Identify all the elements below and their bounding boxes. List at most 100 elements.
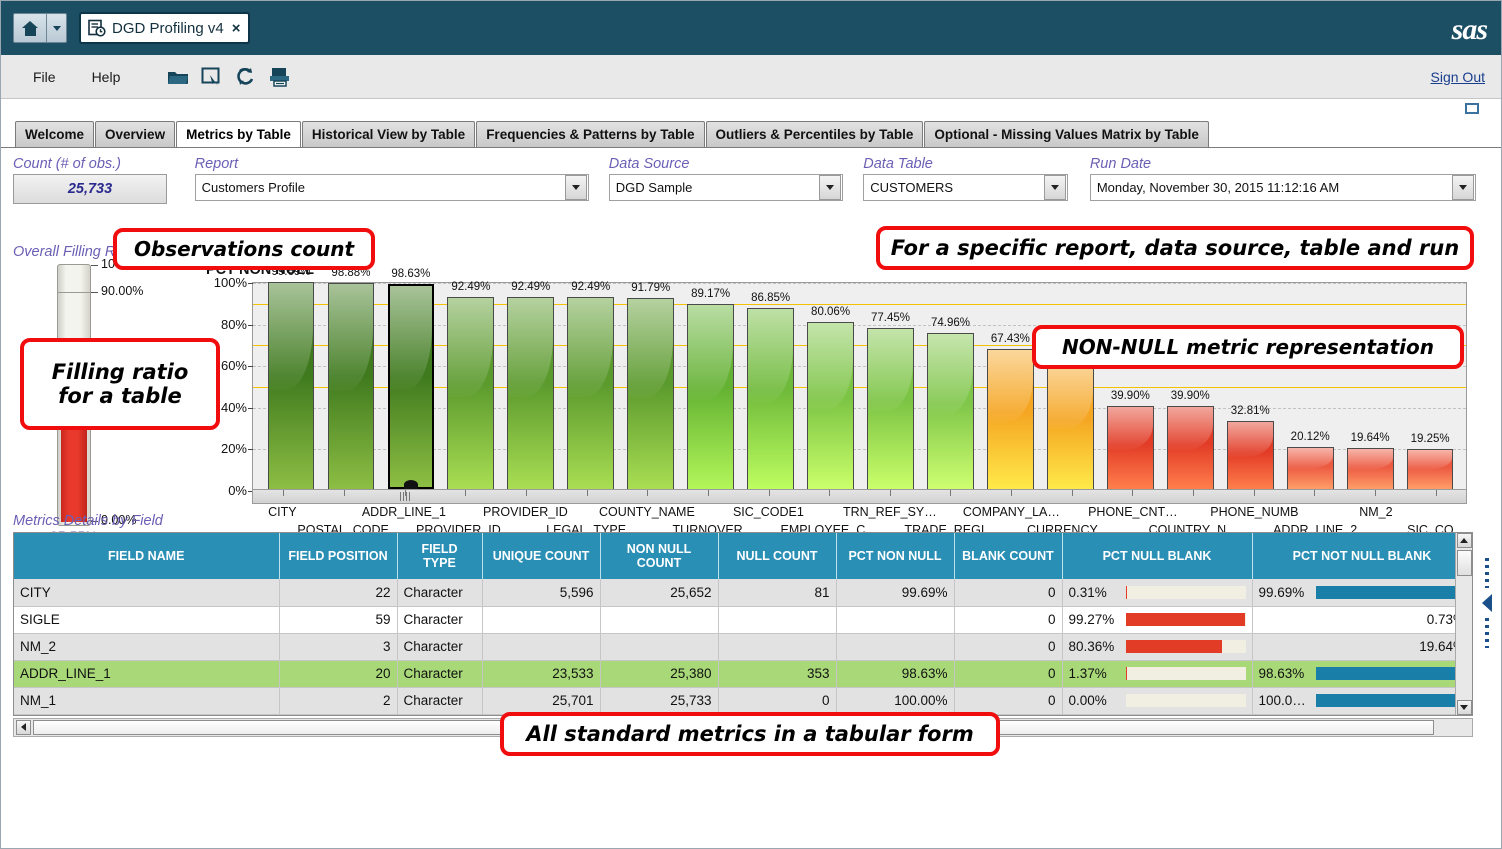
data-source-select[interactable]: DGD Sample [609,174,843,201]
scroll-up-button[interactable] [1457,533,1472,548]
select-region-icon[interactable] [200,65,224,89]
tab-overview[interactable]: Overview [95,121,175,147]
chart-bar-column[interactable]: 86.85% [741,283,801,489]
chart-bar-column[interactable]: 77.45% [861,283,921,489]
chart-bar-column[interactable]: 20.12% [1280,283,1340,489]
chart-bar[interactable] [328,283,375,489]
chart-bar[interactable] [627,298,674,489]
table-column-header[interactable]: FIELD NAME [14,533,279,579]
table-row[interactable]: ADDR_LINE_120Character23,53325,38035398.… [14,660,1472,687]
gauge-tick [91,292,98,293]
collapse-left-icon[interactable] [1482,594,1492,612]
chart-bar-column[interactable]: 19.25% [1400,283,1460,489]
chart-bar[interactable] [507,297,554,489]
home-button[interactable] [13,13,47,43]
chart-bar[interactable] [1347,448,1394,489]
table-row[interactable]: NM_23Character080.36%19.64% [14,633,1472,660]
run-date-select[interactable]: Monday, November 30, 2015 11:12:16 AM [1090,174,1476,201]
axis-scroll-thumb[interactable] [400,492,411,501]
table-row[interactable]: CITY22Character5,59625,6528199.69%00.31%… [14,579,1472,606]
chart-bar[interactable] [1407,449,1454,489]
chart-bar[interactable] [1107,406,1154,489]
report-select[interactable]: Customers Profile [195,174,589,201]
restore-window-icon[interactable] [1465,103,1479,114]
menu-item-file[interactable]: File [15,65,74,89]
table-column-header[interactable]: FIELD TYPE [397,533,482,579]
table-column-header[interactable]: NULL COUNT [718,533,836,579]
chart-bar-column[interactable]: 32.81% [1220,283,1280,489]
chart-bar[interactable] [1047,362,1094,489]
tab-optional-missing-values-matrix-by-table[interactable]: Optional - Missing Values Matrix by Tabl… [924,121,1209,147]
table-column-header[interactable]: PCT NULL BLANK [1062,533,1252,579]
table-cell: 2 [279,687,397,714]
chart-bar-column[interactable]: 99.69% [261,283,321,489]
document-tab[interactable]: DGD Profiling v4 × [79,12,250,44]
table-column-header[interactable]: PCT NON NULL [836,533,954,579]
chevron-down-icon[interactable] [1452,175,1474,200]
chart-bar[interactable] [987,349,1034,489]
tab-welcome[interactable]: Welcome [15,121,94,147]
chart-value-label: 77.45% [861,312,921,324]
table-column-header[interactable]: UNIQUE COUNT [482,533,600,579]
refresh-icon[interactable] [234,65,258,89]
chart-bar[interactable] [927,333,974,489]
home-dropdown-button[interactable] [47,13,67,43]
chevron-down-icon[interactable] [1044,175,1066,200]
chart-bar-column[interactable]: 67.43% [980,283,1040,489]
menu-item-help[interactable]: Help [74,65,139,89]
chart-bar-column[interactable]: 39.90% [1160,283,1220,489]
table-row[interactable]: NM_12Character25,70125,7330100.00%00.00%… [14,687,1472,714]
close-icon[interactable]: × [232,21,241,36]
tab-frequencies-patterns-by-table[interactable]: Frequencies & Patterns by Table [476,121,704,147]
scroll-down-button[interactable] [1457,700,1472,715]
tab-outliers-percentiles-by-table[interactable]: Outliers & Percentiles by Table [706,121,924,147]
scroll-left-button[interactable] [16,720,31,735]
data-table-select-value: CUSTOMERS [870,180,1044,195]
chart-bar-column[interactable]: 19.64% [1340,283,1400,489]
table-cell: Character [397,579,482,606]
scrollbar-thumb[interactable] [1457,550,1472,576]
chart-bar-column[interactable]: 89.17% [681,283,741,489]
tab-historical-view-by-table[interactable]: Historical View by Table [302,121,475,147]
gauge-fill [61,429,87,522]
chart-bar-column[interactable]: 98.63% [381,283,441,489]
chart-x-axis[interactable] [252,490,1467,504]
export-pdf-icon[interactable] [268,65,292,89]
chart-bar[interactable] [388,284,435,489]
chart-bar[interactable] [567,297,614,489]
chart-bar[interactable] [867,328,914,489]
chart-bar[interactable] [747,308,794,489]
table-column-header[interactable]: PCT NOT NULL BLANK [1252,533,1472,579]
chart-bar[interactable] [1287,447,1334,489]
chevron-down-icon[interactable] [819,175,841,200]
sign-out-link[interactable]: Sign Out [1431,69,1485,85]
table-column-header[interactable]: FIELD POSITION [279,533,397,579]
chart-bar-column[interactable]: 98.88% [321,283,381,489]
chart-bar-column[interactable]: 92.49% [441,283,501,489]
table-column-header[interactable]: BLANK COUNT [954,533,1062,579]
chart-bar[interactable] [1167,406,1214,489]
chart-bar[interactable] [687,304,734,489]
table-column-header[interactable]: NON NULL COUNT [600,533,718,579]
chart-bar[interactable] [807,322,854,489]
table-cell: 25,380 [600,660,718,687]
report-clock-icon [88,19,106,37]
open-folder-icon[interactable] [166,65,190,89]
chart-bar-column[interactable]: 60.91% [1040,283,1100,489]
chart-bar[interactable] [268,282,315,489]
chart-bar[interactable] [447,297,494,489]
chart-bar[interactable] [1227,421,1274,489]
bar-highlight [508,298,553,398]
panel-collapse-rail[interactable] [1477,543,1497,663]
chevron-down-icon[interactable] [565,175,587,200]
table-vertical-scrollbar[interactable] [1455,533,1472,715]
data-table-select[interactable]: CUSTOMERS [863,174,1068,201]
chart-bar-column[interactable]: 92.49% [561,283,621,489]
chart-bar-column[interactable]: 91.79% [621,283,681,489]
tab-metrics-by-table[interactable]: Metrics by Table [176,121,301,147]
chart-bar-column[interactable]: 39.90% [1100,283,1160,489]
table-row[interactable]: SIGLE59Character099.27%0.73% [14,606,1472,633]
chart-bar-column[interactable]: 80.06% [801,283,861,489]
chart-bar-column[interactable]: 74.96% [920,283,980,489]
chart-bar-column[interactable]: 92.49% [501,283,561,489]
